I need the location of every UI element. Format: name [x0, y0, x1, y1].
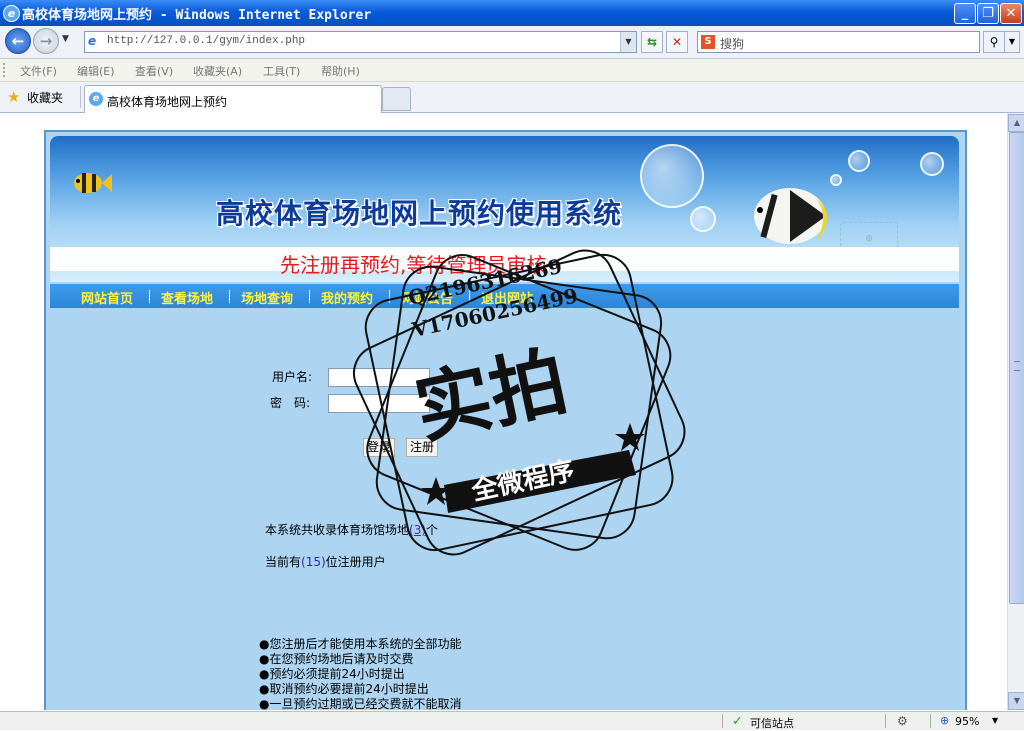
menu-edit[interactable]: 编辑(E) — [77, 63, 115, 79]
zoom-icon[interactable]: ⊕ — [940, 714, 949, 727]
nav-view-venues[interactable]: 查看场地 — [161, 288, 213, 307]
user-count-value: (15) — [301, 555, 326, 569]
user-count-prefix: 当前有 — [265, 555, 302, 569]
menu-help[interactable]: 帮助(H) — [321, 63, 360, 79]
password-label: 密 码: — [270, 396, 311, 410]
divider — [722, 714, 723, 728]
site-container: ◎ 高校体育场地网上预约使用系统 先注册再预约,等待管理员审核 网站首页 查看场… — [44, 130, 967, 710]
back-button[interactable]: ← — [5, 28, 31, 54]
search-box[interactable]: S 搜狗 — [697, 31, 980, 53]
scroll-up-icon[interactable]: ▲ — [1008, 114, 1024, 132]
menu-view[interactable]: 查看(V) — [135, 63, 173, 79]
close-button[interactable]: ✕ — [1000, 3, 1022, 24]
address-input[interactable]: http://127.0.0.1/gym/index.php — [107, 35, 305, 47]
menu-file[interactable]: 文件(F) — [20, 63, 57, 79]
search-dropdown-icon[interactable]: ▼ — [1004, 31, 1020, 53]
favorites-button[interactable]: 收藏夹 — [27, 89, 63, 106]
nav-divider — [309, 290, 310, 303]
favorites-star-icon[interactable]: ★ — [7, 89, 20, 105]
bubble-decoration — [640, 144, 704, 208]
rule-item: ●您注册后才能使用本系统的全部功能 — [259, 637, 462, 651]
venue-count-stat: 本系统共收录体育场馆场地(3)个 — [265, 521, 438, 538]
nav-divider — [389, 290, 390, 303]
navigation-bar: ← → ▼ e http://127.0.0.1/gym/index.php ▼… — [0, 26, 1024, 59]
vertical-scrollbar[interactable]: ▲ ▼ — [1007, 113, 1024, 710]
menu-favorites[interactable]: 收藏夹(A) — [193, 63, 242, 79]
tab-ie-icon: e — [89, 92, 103, 106]
status-bar: ✓ 可信站点 ⚙ ⊕ 95% ▼ — [0, 711, 1024, 730]
nav-divider — [149, 290, 150, 303]
divider — [930, 714, 931, 728]
user-count-stat: 当前有(15)位注册用户 — [265, 553, 386, 570]
forward-button[interactable]: → — [33, 28, 59, 54]
page-icon: e — [88, 34, 97, 48]
username-label: 用户名: — [272, 370, 313, 384]
bubble-decoration — [690, 206, 716, 232]
divider — [80, 86, 81, 108]
rule-item: ●一旦预约过期或已经交费就不能取消 — [259, 697, 462, 710]
site-title: 高校体育场地网上预约使用系统 — [216, 197, 623, 230]
menu-bar: 文件(F) 编辑(E) 查看(V) 收藏夹(A) 工具(T) 帮助(H) — [0, 59, 1024, 82]
ie-logo-icon: e — [3, 5, 20, 22]
venue-count-link[interactable]: (3) — [409, 523, 426, 537]
zoom-level[interactable]: 95% — [955, 715, 979, 728]
register-button[interactable]: 注册 — [406, 438, 439, 457]
nav-venue-search[interactable]: 场地查询 — [241, 288, 293, 307]
password-input[interactable] — [328, 394, 430, 413]
rule-item: ●取消预约必要提前24小时提出 — [259, 682, 429, 696]
window-title: 高校体育场地网上预约 - Windows Internet Explorer — [22, 8, 372, 23]
new-tab-button[interactable] — [382, 87, 411, 111]
username-input[interactable] — [328, 368, 430, 387]
tab-title: 高校体育场地网上预约 — [107, 95, 228, 109]
bubble-decoration — [920, 152, 944, 176]
nav-divider — [469, 290, 470, 303]
venue-count-prefix: 本系统共收录体育场馆场地 — [265, 523, 410, 537]
rule-item: ●在您预约场地后请及时交费 — [259, 652, 414, 666]
menu-tools[interactable]: 工具(T) — [263, 63, 300, 79]
search-icon[interactable]: ⚲ — [983, 31, 1005, 53]
scroll-thumb[interactable] — [1009, 132, 1024, 604]
user-count-suffix: 位注册用户 — [325, 555, 386, 569]
tab-bar: ★ 收藏夹 e 高校体育场地网上预约 — [0, 82, 1024, 113]
protected-mode-icon[interactable]: ⚙ — [897, 714, 908, 728]
fish-icon — [74, 173, 112, 193]
scroll-grip — [1014, 361, 1020, 371]
venue-count-suffix: 个 — [426, 523, 439, 537]
address-bar[interactable]: e http://127.0.0.1/gym/index.php ▼ — [84, 31, 637, 53]
login-button[interactable]: 登录 — [363, 438, 396, 457]
bubble-decoration — [848, 150, 870, 172]
banner: ◎ 高校体育场地网上预约使用系统 先注册再预约,等待管理员审核 — [50, 136, 959, 282]
refresh-button[interactable]: ⇆ — [641, 31, 663, 53]
sogou-icon: S — [701, 35, 715, 49]
notice-text: 先注册再预约,等待管理员审核 — [280, 253, 547, 277]
nav-my-bookings[interactable]: 我的预约 — [321, 288, 373, 307]
nav-logout[interactable]: 退出网站 — [481, 288, 533, 307]
nav-announcements[interactable]: 网站公告 — [401, 288, 453, 307]
divider — [885, 714, 886, 728]
scroll-down-icon[interactable]: ▼ — [1008, 692, 1024, 710]
checkmark-icon: ✓ — [732, 714, 743, 729]
butterflyfish-icon — [754, 188, 827, 244]
site-nav: 网站首页 查看场地 场地查询 我的预约 网站公告 退出网站 — [50, 284, 959, 308]
address-dropdown-icon[interactable]: ▼ — [620, 32, 636, 52]
title-bar[interactable]: e 高校体育场地网上预约 - Windows Internet Explorer… — [0, 0, 1024, 26]
stop-button[interactable]: ✕ — [666, 31, 688, 53]
zoom-dropdown-icon[interactable]: ▼ — [992, 716, 998, 725]
nav-home[interactable]: 网站首页 — [81, 288, 133, 307]
minimize-button[interactable]: _ — [954, 3, 976, 24]
page-viewport: ◎ 高校体育场地网上预约使用系统 先注册再预约,等待管理员审核 网站首页 查看场… — [0, 113, 1007, 710]
search-input[interactable]: 搜狗 — [720, 35, 744, 52]
nav-divider — [229, 290, 230, 303]
rule-item: ●预约必须提前24小时提出 — [259, 667, 405, 681]
history-dropdown-icon[interactable]: ▼ — [62, 34, 69, 44]
tab-current[interactable]: e 高校体育场地网上预约 — [84, 85, 382, 113]
toolbar-grip — [3, 63, 8, 77]
restore-button[interactable]: ❐ — [977, 3, 999, 24]
